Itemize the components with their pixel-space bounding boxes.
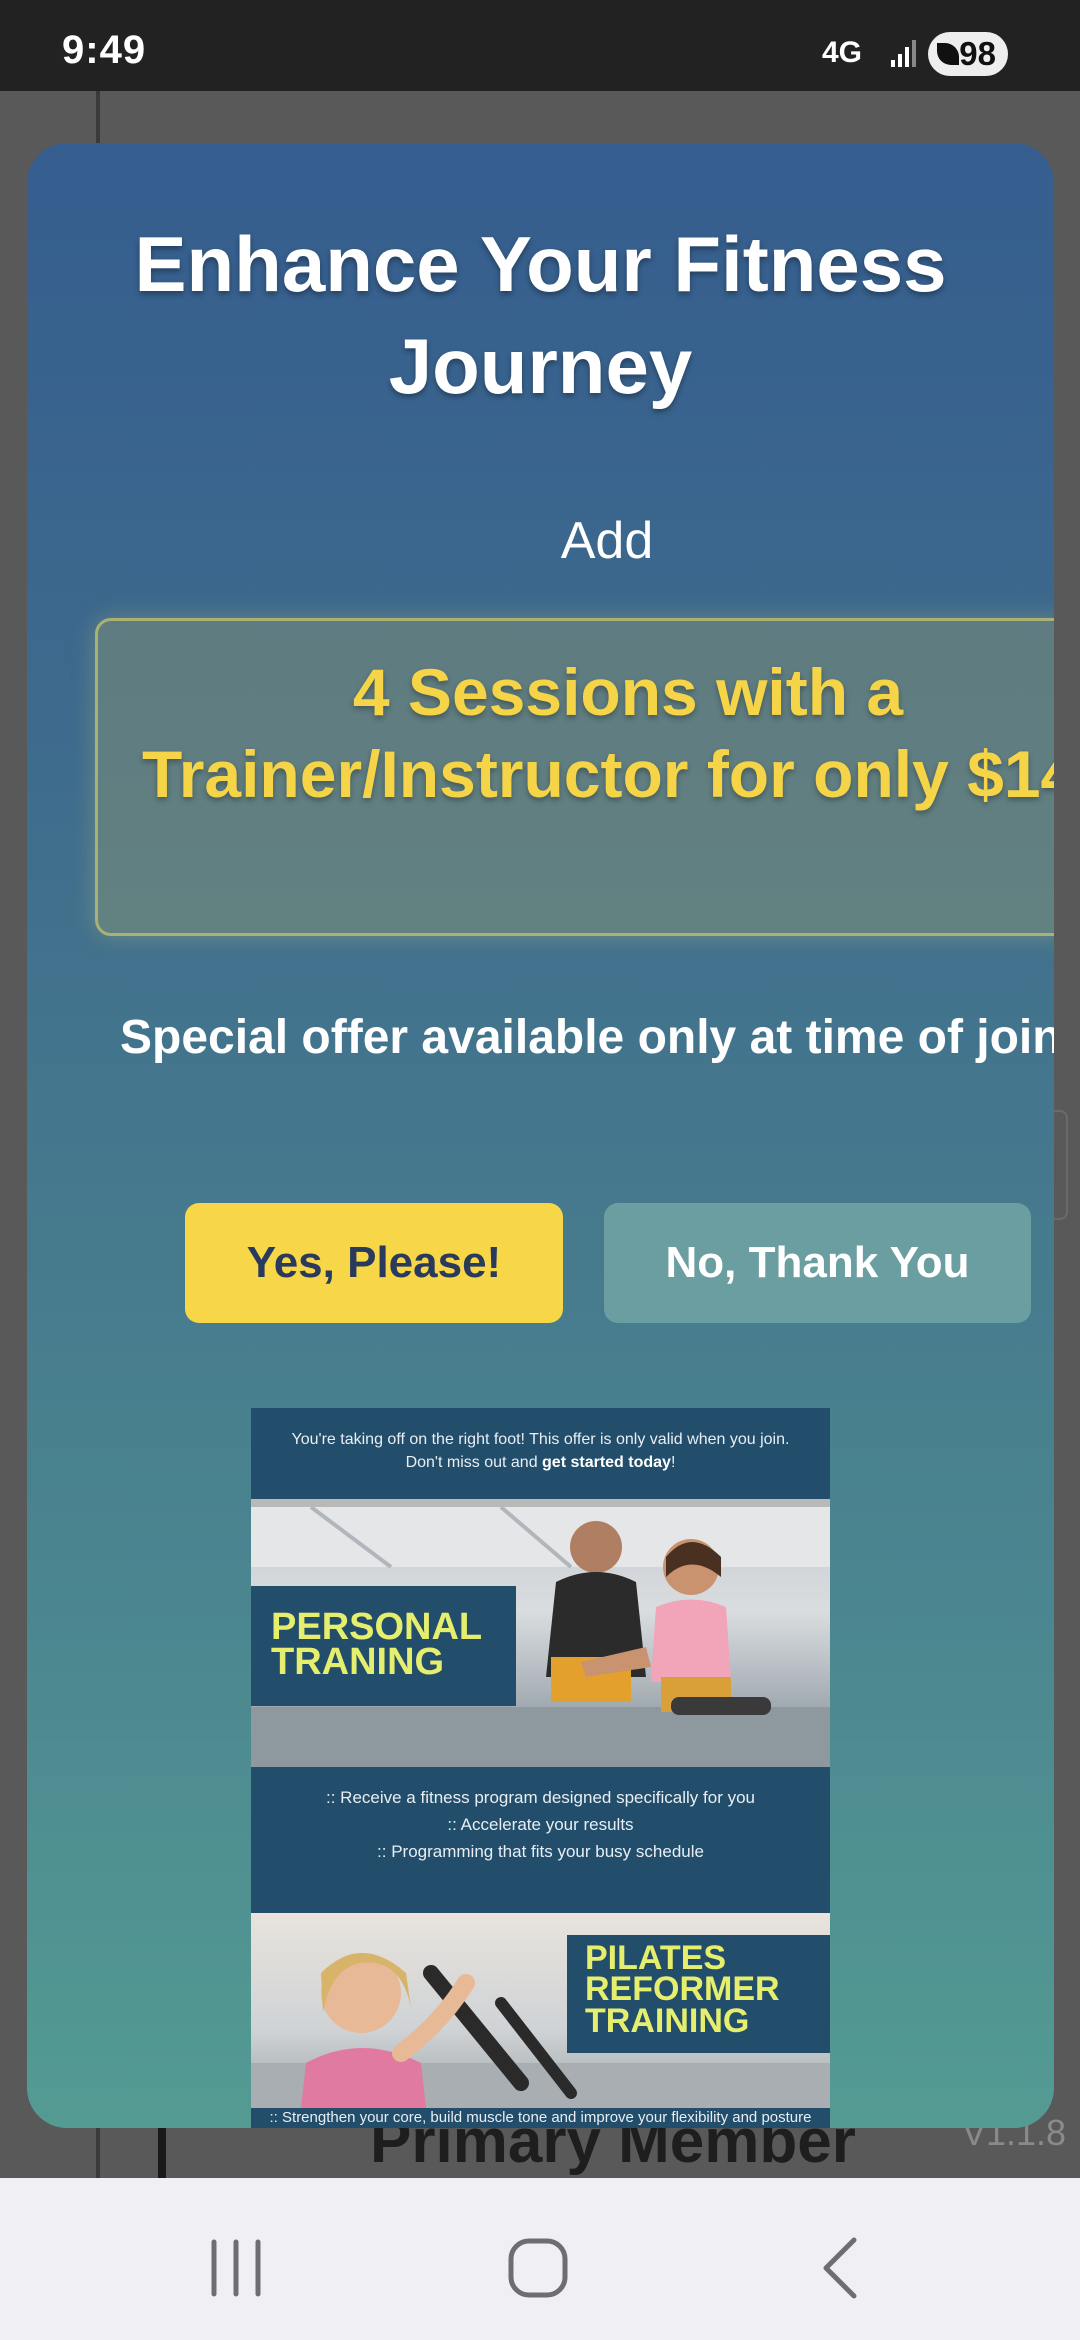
flyer-bullet: :: Receive a fitness program designed sp… bbox=[326, 1788, 755, 1807]
status-time: 9:49 bbox=[62, 28, 147, 72]
flyer-intro-text: You're taking off on the right foot! Thi… bbox=[291, 1431, 790, 1471]
flyer-divider bbox=[251, 1499, 830, 1507]
battery-level: 98 bbox=[959, 35, 996, 72]
promo-flyer-image: You're taking off on the right foot! Thi… bbox=[251, 1408, 830, 2128]
offer-text: 4 Sessions with a Trainer/Instructor for… bbox=[142, 655, 1054, 811]
add-label: Add bbox=[560, 512, 654, 570]
battery-indicator: 98 bbox=[928, 32, 1008, 76]
recent-apps-icon[interactable] bbox=[196, 2228, 276, 2308]
flyer-bullet: :: Accelerate your results bbox=[447, 1815, 634, 1834]
flyer-bullet: :: Programming that fits your busy sched… bbox=[377, 1842, 704, 1861]
pilates-reformer-label: PILATES REFORMER TRAINING bbox=[567, 1935, 830, 2053]
upsell-modal: Enhance Your Fitness Journey Add 4 Sessi… bbox=[27, 143, 1054, 2128]
network-indicator: 4G bbox=[822, 36, 863, 69]
pilates-photo: PILATES REFORMER TRAINING bbox=[251, 1913, 830, 2108]
personal-training-label: PERSONAL TRANING bbox=[251, 1586, 516, 1706]
offer-box: 4 Sessions with a Trainer/Instructor for… bbox=[95, 618, 1054, 936]
back-icon[interactable] bbox=[802, 2228, 882, 2308]
flyer-bullets: :: Receive a fitness program designed sp… bbox=[251, 1784, 830, 1865]
navigation-bar bbox=[0, 2178, 1080, 2340]
background-side-tab bbox=[1054, 1110, 1068, 1220]
special-offer-text: Special offer available only at time of … bbox=[120, 1011, 1054, 1064]
yes-please-button[interactable]: Yes, Please! bbox=[185, 1203, 563, 1323]
status-bar: 9:49 4G 98 bbox=[0, 0, 1080, 91]
personal-training-photo: PERSONAL TRANING bbox=[251, 1507, 830, 1767]
modal-title: Enhance Your Fitness Journey bbox=[134, 220, 947, 410]
flyer-footer-text: :: Strengthen your core, build muscle to… bbox=[269, 2109, 812, 2126]
home-icon[interactable] bbox=[498, 2228, 578, 2308]
no-thank-you-button[interactable]: No, Thank You bbox=[604, 1203, 1031, 1323]
power-saving-icon bbox=[937, 43, 959, 65]
signal-icon bbox=[891, 40, 916, 67]
